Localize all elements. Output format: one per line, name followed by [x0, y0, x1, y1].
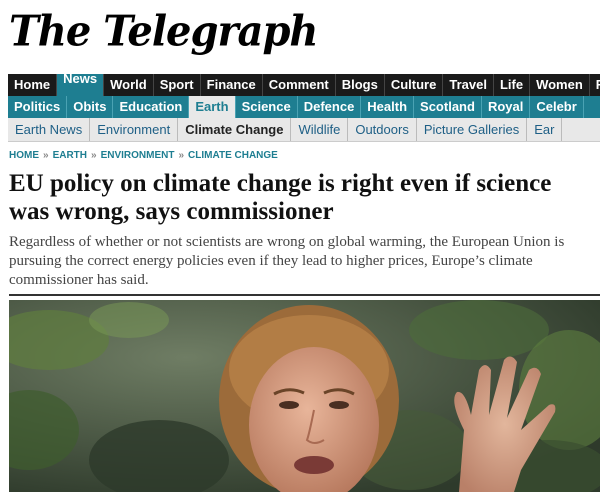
- breadcrumb-separator: »: [43, 150, 49, 161]
- secondary-nav: Politics Obits Education Earth Science D…: [8, 96, 600, 118]
- nav-item-earth-more[interactable]: Ear: [527, 118, 563, 141]
- nav-item-earth-news[interactable]: Earth News: [8, 118, 91, 141]
- nav-item-environment[interactable]: Environment: [90, 118, 179, 141]
- nav-item-culture[interactable]: Culture: [385, 74, 444, 96]
- nav-item-defence[interactable]: Defence: [298, 96, 362, 118]
- breadcrumb-climate-change[interactable]: CLIMATE CHANGE: [188, 150, 278, 161]
- nav-item-home[interactable]: Home: [8, 74, 58, 96]
- nav-item-climate-change[interactable]: Climate Change: [178, 118, 292, 141]
- breadcrumb-environment[interactable]: ENVIRONMENT: [101, 150, 175, 161]
- breadcrumb-separator: »: [91, 150, 97, 161]
- breadcrumb-home[interactable]: HOME: [9, 150, 39, 161]
- nav-item-travel[interactable]: Travel: [443, 74, 494, 96]
- nav-item-life[interactable]: Life: [494, 74, 531, 96]
- nav-item-obits[interactable]: Obits: [67, 96, 114, 118]
- nav-item-fashion[interactable]: Fa: [590, 74, 600, 96]
- nav-item-celebrities[interactable]: Celebr: [530, 96, 584, 118]
- breadcrumb-separator: »: [178, 150, 185, 161]
- photo-illustration: [9, 300, 600, 492]
- nav-item-politics[interactable]: Politics: [8, 96, 68, 118]
- nav-item-blogs[interactable]: Blogs: [336, 74, 385, 96]
- breadcrumb-earth[interactable]: EARTH: [53, 150, 87, 161]
- nav-item-education[interactable]: Education: [113, 96, 190, 118]
- nav-item-finance[interactable]: Finance: [201, 74, 263, 96]
- breadcrumb: HOME» EARTH» ENVIRONMENT» CLIMATE CHANGE: [9, 150, 278, 161]
- nav-item-earth[interactable]: Earth: [189, 96, 236, 118]
- tertiary-nav: Earth News Environment Climate Change Wi…: [8, 118, 600, 142]
- masthead: The Telegraph: [7, 0, 597, 66]
- nav-item-news[interactable]: News: [57, 74, 105, 96]
- divider: [9, 294, 600, 296]
- primary-nav: Home News World Sport Finance Comment Bl…: [8, 74, 600, 96]
- nav-item-women[interactable]: Women: [530, 74, 590, 96]
- nav-item-world[interactable]: World: [104, 74, 154, 96]
- nav-item-science[interactable]: Science: [236, 96, 298, 118]
- nav-item-royal[interactable]: Royal: [482, 96, 531, 118]
- article-standfirst: Regardless of whether or not scientists …: [9, 234, 565, 288]
- nav-item-outdoors[interactable]: Outdoors: [348, 118, 417, 141]
- article-photo: [9, 300, 600, 492]
- nav-item-health[interactable]: Health: [361, 96, 415, 118]
- nav-item-wildlife[interactable]: Wildlife: [291, 118, 349, 141]
- nav-item-sport[interactable]: Sport: [154, 74, 201, 96]
- telegraph-logo[interactable]: The Telegraph: [9, 7, 319, 56]
- nav-item-comment[interactable]: Comment: [263, 74, 336, 96]
- nav-item-picture-galleries[interactable]: Picture Galleries: [417, 118, 528, 141]
- nav-item-scotland[interactable]: Scotland: [414, 96, 482, 118]
- article-headline: EU policy on climate change is right eve…: [9, 170, 552, 225]
